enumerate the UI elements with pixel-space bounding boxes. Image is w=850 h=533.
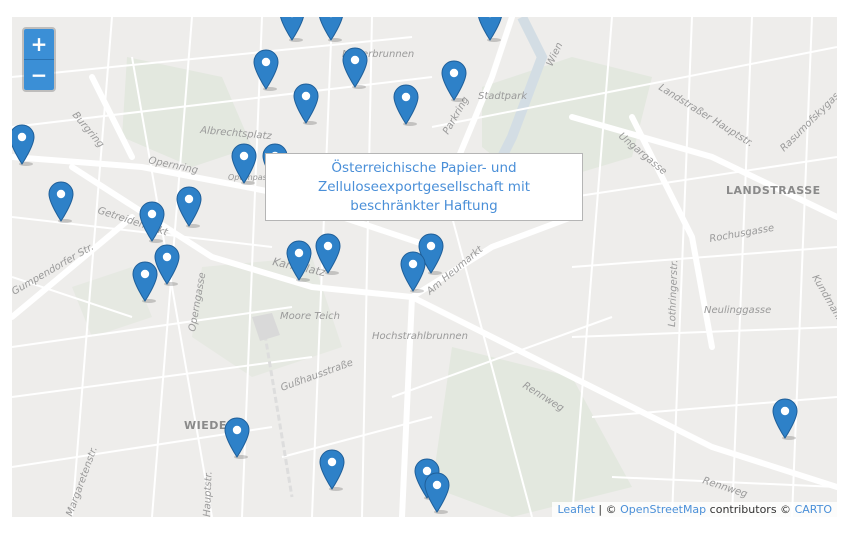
- label-neulinggasse: Neulinggasse: [704, 305, 771, 316]
- map-marker-icon[interactable]: [772, 398, 798, 440]
- leaflet-link[interactable]: Leaflet: [557, 503, 594, 516]
- map-marker-icon[interactable]: [424, 472, 450, 514]
- map-marker-icon[interactable]: [393, 84, 419, 126]
- map-view[interactable]: Burgring Albrechtsplatz Opernring Opernp…: [12, 17, 837, 517]
- label-hauptstr: Hauptstr.: [202, 471, 215, 517]
- zoom-out-button[interactable]: −: [24, 60, 54, 90]
- carto-link[interactable]: CARTO: [795, 503, 832, 516]
- map-marker-icon[interactable]: [293, 83, 319, 125]
- map-marker-icon[interactable]: [253, 49, 279, 91]
- openstreetmap-link[interactable]: OpenStreetMap: [620, 503, 706, 516]
- map-marker-icon[interactable]: [400, 251, 426, 293]
- map-marker-icon[interactable]: [477, 17, 503, 42]
- marker-popup: Österreichische Papier- und Zelluloseexp…: [265, 153, 583, 221]
- map-marker-icon[interactable]: [48, 181, 74, 223]
- map-marker-icon[interactable]: [342, 47, 368, 89]
- map-marker-icon[interactable]: [231, 143, 257, 185]
- zoom-in-button[interactable]: +: [24, 29, 54, 60]
- map-marker-icon[interactable]: [139, 201, 165, 243]
- popup-text: Österreichische Papier- und Zelluloseexp…: [318, 159, 530, 214]
- map-marker-icon[interactable]: [224, 417, 250, 459]
- label-stadtpark: Stadtpark: [478, 91, 528, 102]
- map-marker-icon[interactable]: [319, 449, 345, 491]
- map-marker-icon[interactable]: [441, 60, 467, 102]
- attribution: Leaflet | © OpenStreetMap contributors ©…: [552, 502, 837, 517]
- map-marker-icon[interactable]: [12, 124, 35, 166]
- label-landstrasse: LANDSTRASSE: [726, 184, 821, 197]
- map-marker-icon[interactable]: [315, 233, 341, 275]
- label-moore-teich: Moore Teich: [280, 311, 340, 322]
- label-hochstrahlbrunnen: Hochstrahlbrunnen: [372, 331, 468, 342]
- map-marker-icon[interactable]: [279, 17, 305, 42]
- map-marker-icon[interactable]: [286, 240, 312, 282]
- label-lothringerstr: Lothringerstr.: [667, 259, 680, 327]
- map-marker-icon[interactable]: [176, 186, 202, 228]
- attribution-separator: | ©: [594, 503, 621, 516]
- map-marker-icon[interactable]: [318, 17, 344, 42]
- zoom-control: + −: [22, 27, 56, 92]
- map-marker-icon[interactable]: [132, 261, 158, 303]
- attribution-contributors: contributors ©: [706, 503, 795, 516]
